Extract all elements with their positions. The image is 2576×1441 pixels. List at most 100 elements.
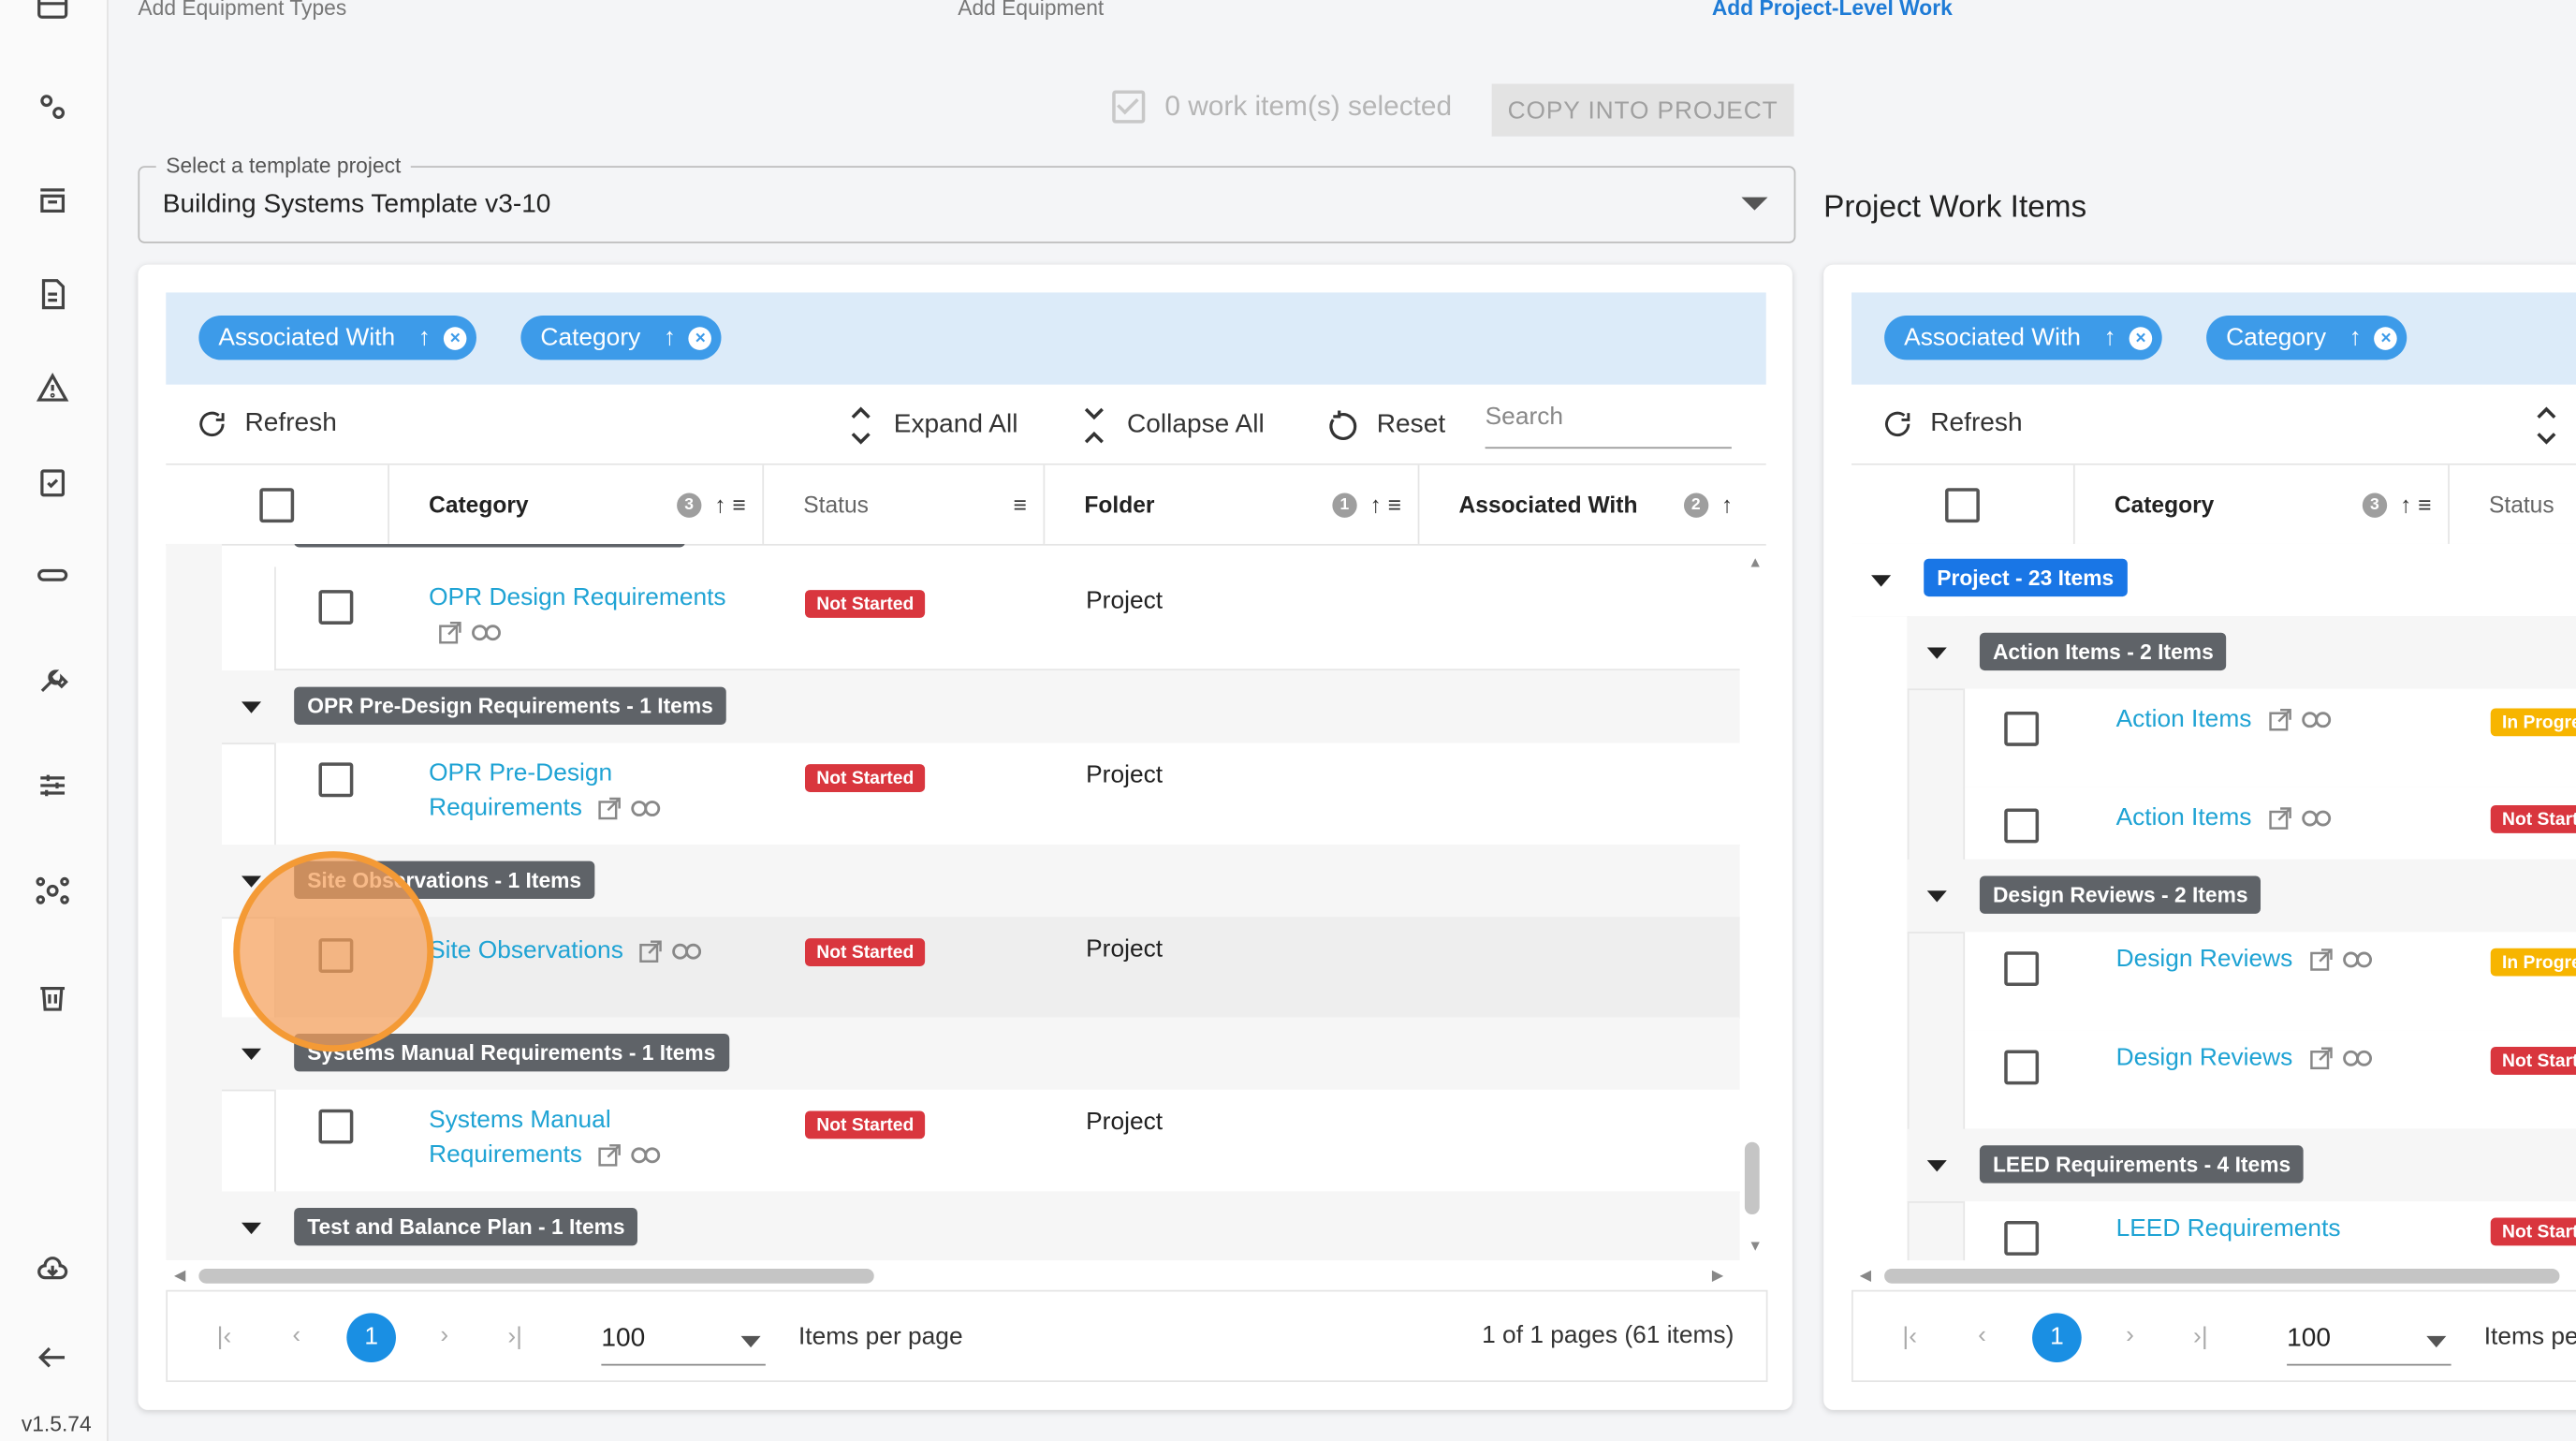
item-name[interactable]: LEED Requirements	[2116, 1214, 2341, 1242]
item-link[interactable]: Design Reviews	[2116, 1040, 2372, 1075]
open-external-icon[interactable]	[599, 1144, 622, 1168]
open-external-icon[interactable]	[2268, 807, 2291, 831]
item-name[interactable]: Site Observations	[429, 936, 623, 964]
sort-up-icon[interactable]: ↑	[2349, 324, 2362, 352]
copy-into-project-button[interactable]: COPY INTO PROJECT	[1491, 83, 1794, 137]
header-category[interactable]: Category 3 ↑ ≡	[2075, 464, 2450, 544]
header-associated-with[interactable]: Associated With 2 ↑	[1419, 465, 1765, 544]
group-row[interactable]: OPR Pre-Design Requirements - 1 Items	[221, 670, 1740, 745]
step-project-level-work[interactable]: Add Project-Level Work	[1712, 0, 1953, 20]
link-icon[interactable]	[472, 623, 502, 642]
filter-icon[interactable]: ≡	[1014, 492, 1027, 518]
search-input[interactable]: Search	[1485, 403, 1732, 449]
link-icon[interactable]	[631, 1145, 662, 1165]
header-status[interactable]: Status ≡	[764, 464, 1046, 544]
group-row[interactable]: Test and Balance Plan - 1 Items	[221, 1191, 1740, 1261]
link-icon[interactable]	[2342, 950, 2372, 970]
reset-button[interactable]: Reset	[1325, 407, 1445, 444]
header-status[interactable]: Status	[2450, 465, 2576, 544]
group-row-root[interactable]: Project - 23 Items	[1852, 543, 2576, 618]
first-page-icon[interactable]: |‹	[217, 1323, 232, 1351]
sort-icon[interactable]: ↑	[1721, 492, 1733, 518]
group-chip-associated-with[interactable]: Associated With ↑ ×	[198, 315, 477, 360]
scroll-down-icon[interactable]: ▼	[1748, 1238, 1763, 1255]
collapse-triangle-icon[interactable]	[1871, 575, 1892, 587]
item-name-line2[interactable]: Requirements	[429, 1140, 582, 1169]
item-name-line2[interactable]: Requirements	[429, 794, 582, 822]
item-name[interactable]: OPR Design Requirements	[429, 583, 726, 611]
prev-page-icon[interactable]: ‹	[1978, 1321, 1986, 1349]
table-row[interactable]: Systems Manual Requirements Not Started P…	[274, 1089, 1740, 1194]
item-link[interactable]: Action Items	[2116, 701, 2331, 736]
row-checkbox[interactable]	[318, 1109, 354, 1144]
sort-up-icon[interactable]: ↑	[418, 324, 431, 352]
open-external-icon[interactable]	[599, 797, 622, 820]
item-link[interactable]: Design Reviews	[2116, 942, 2372, 977]
collapse-triangle-icon[interactable]	[242, 1048, 262, 1061]
item-link[interactable]: Site Observations	[429, 934, 702, 968]
remove-chip-icon[interactable]: ×	[2374, 326, 2398, 349]
table-row[interactable]: OPR Design Requirements Not Started Proj…	[274, 566, 1740, 671]
table-row[interactable]: Action Items In Progre	[1963, 688, 2576, 789]
scroll-left-icon[interactable]: ◀	[174, 1267, 185, 1285]
remove-chip-icon[interactable]: ×	[443, 326, 467, 349]
group-chip-category[interactable]: Category ↑ ×	[520, 315, 723, 360]
sort-filter-icon[interactable]: ↑ ≡	[714, 492, 745, 518]
wrench-icon[interactable]	[30, 657, 76, 703]
table-row-hovered[interactable]: Site Observations Not Started Project	[274, 917, 1740, 1020]
template-project-select[interactable]: Select a template project Building Syste…	[138, 153, 1796, 243]
card-icon[interactable]	[30, 0, 76, 30]
table-row[interactable]: Design Reviews In Progre	[1963, 932, 2576, 1033]
open-external-icon[interactable]	[2309, 948, 2333, 972]
sort-filter-icon[interactable]: ↑ ≡	[1370, 492, 1401, 518]
horizontal-scrollbar[interactable]	[198, 1268, 874, 1284]
open-external-icon[interactable]	[2309, 1047, 2333, 1070]
trash-icon[interactable]	[30, 973, 76, 1019]
collapse-triangle-icon[interactable]	[1926, 647, 1947, 659]
refresh-button[interactable]: Refresh	[196, 407, 337, 440]
prev-page-icon[interactable]: ‹	[292, 1321, 300, 1349]
back-arrow-icon[interactable]	[30, 1334, 76, 1380]
link-icon[interactable]	[2342, 1049, 2372, 1068]
sort-up-icon[interactable]: ↑	[664, 324, 676, 352]
next-page-icon[interactable]: ›	[440, 1321, 448, 1349]
collapse-triangle-icon[interactable]	[1926, 1160, 1947, 1172]
network-icon[interactable]	[30, 868, 76, 914]
item-name-line1[interactable]: Systems Manual	[429, 1106, 611, 1134]
select-all-checkbox[interactable]	[1112, 90, 1146, 124]
remove-chip-icon[interactable]: ×	[689, 326, 712, 349]
last-page-icon[interactable]: ›|	[507, 1323, 522, 1351]
link-icon[interactable]	[672, 942, 703, 962]
last-page-icon[interactable]: ›|	[2193, 1323, 2208, 1351]
scroll-up-icon[interactable]: ▲	[1748, 553, 1763, 570]
link-icon[interactable]	[2301, 809, 2331, 829]
scroll-right-icon[interactable]: ▶	[1712, 1267, 1723, 1285]
page-size-caret-icon[interactable]	[740, 1335, 761, 1348]
item-link[interactable]: Systems Manual Requirements	[429, 1103, 661, 1172]
step-equipment-types[interactable]: Add Equipment Types	[138, 0, 346, 20]
header-folder[interactable]: Folder 1 ↑ ≡	[1045, 464, 1420, 544]
collapse-triangle-icon[interactable]	[1926, 890, 1947, 903]
open-external-icon[interactable]	[639, 940, 663, 963]
archive-icon[interactable]	[30, 178, 76, 224]
page-size-caret-icon[interactable]	[2426, 1335, 2447, 1348]
refresh-button[interactable]: Refresh	[1881, 407, 2023, 440]
row-checkbox[interactable]	[318, 762, 354, 798]
sort-up-icon[interactable]: ↑	[2103, 324, 2115, 352]
checklist-icon[interactable]	[30, 459, 76, 505]
row-checkbox[interactable]	[2004, 808, 2040, 844]
group-chip-category[interactable]: Category ↑ ×	[2206, 315, 2408, 360]
horizontal-scrollbar[interactable]	[1884, 1268, 2560, 1284]
item-name[interactable]: Action Items	[2116, 705, 2252, 733]
cloud-download-icon[interactable]	[30, 1245, 76, 1291]
item-name[interactable]: Action Items	[2116, 803, 2252, 831]
row-checkbox[interactable]	[2004, 1221, 2040, 1256]
row-checkbox[interactable]	[2004, 711, 2040, 746]
sliders-icon[interactable]	[30, 762, 76, 808]
table-row[interactable]: Action Items Not Start	[1963, 787, 2576, 861]
current-page[interactable]: 1	[2032, 1313, 2082, 1362]
scroll-left-icon[interactable]: ◀	[1860, 1267, 1871, 1285]
link-icon[interactable]	[2301, 710, 2331, 729]
row-checkbox[interactable]	[318, 590, 354, 625]
link-icon[interactable]	[631, 799, 662, 818]
